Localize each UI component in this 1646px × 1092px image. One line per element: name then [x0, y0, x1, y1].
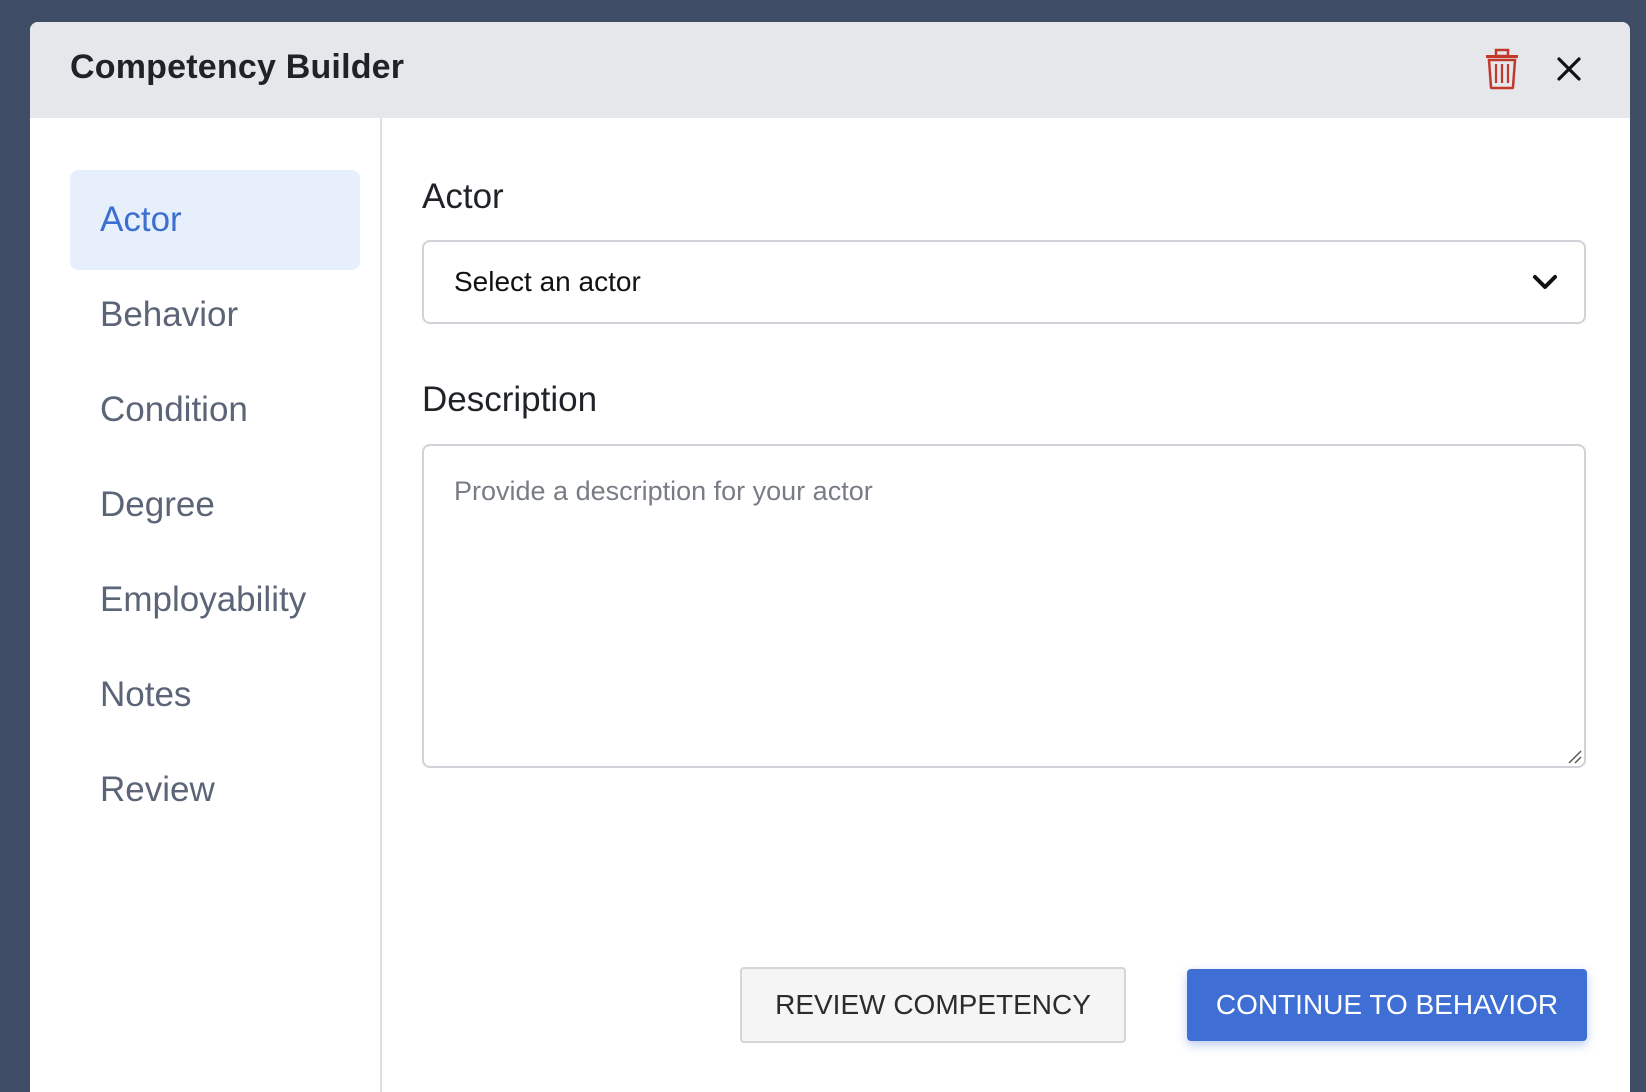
- description-placeholder: Provide a description for your actor: [454, 476, 873, 506]
- description-label: Description: [422, 380, 598, 419]
- trash-icon: [1486, 48, 1518, 90]
- delete-button[interactable]: [1484, 48, 1520, 90]
- resize-handle-icon[interactable]: [1566, 748, 1582, 764]
- modal-title: Competency Builder: [70, 48, 405, 86]
- sidebar-nav: Actor Behavior Condition Degree Employab…: [30, 118, 380, 1092]
- sidebar-item-condition[interactable]: Condition: [70, 360, 360, 460]
- sidebar-item-notes[interactable]: Notes: [70, 645, 360, 745]
- description-textarea[interactable]: Provide a description for your actor: [422, 444, 1586, 768]
- review-competency-button[interactable]: REVIEW COMPETENCY: [740, 967, 1126, 1043]
- close-button[interactable]: [1554, 54, 1584, 84]
- actor-select[interactable]: Select an actor: [422, 240, 1586, 324]
- continue-to-behavior-button[interactable]: CONTINUE TO BEHAVIOR: [1187, 969, 1587, 1041]
- sidebar-item-degree[interactable]: Degree: [70, 455, 360, 555]
- chevron-down-icon: [1533, 275, 1557, 289]
- sidebar-item-review[interactable]: Review: [70, 740, 360, 840]
- actor-select-value: Select an actor: [454, 266, 641, 297]
- actor-label: Actor: [422, 177, 504, 216]
- sidebar-item-behavior[interactable]: Behavior: [70, 265, 360, 365]
- sidebar-divider: [380, 118, 382, 1092]
- close-icon: [1557, 57, 1581, 81]
- modal-header: Competency Builder: [30, 22, 1630, 118]
- sidebar-item-actor[interactable]: Actor: [70, 170, 360, 270]
- competency-builder-modal: Competency Builder Actor Behavior Condit…: [30, 22, 1630, 1092]
- sidebar-item-employability[interactable]: Employability: [70, 550, 360, 650]
